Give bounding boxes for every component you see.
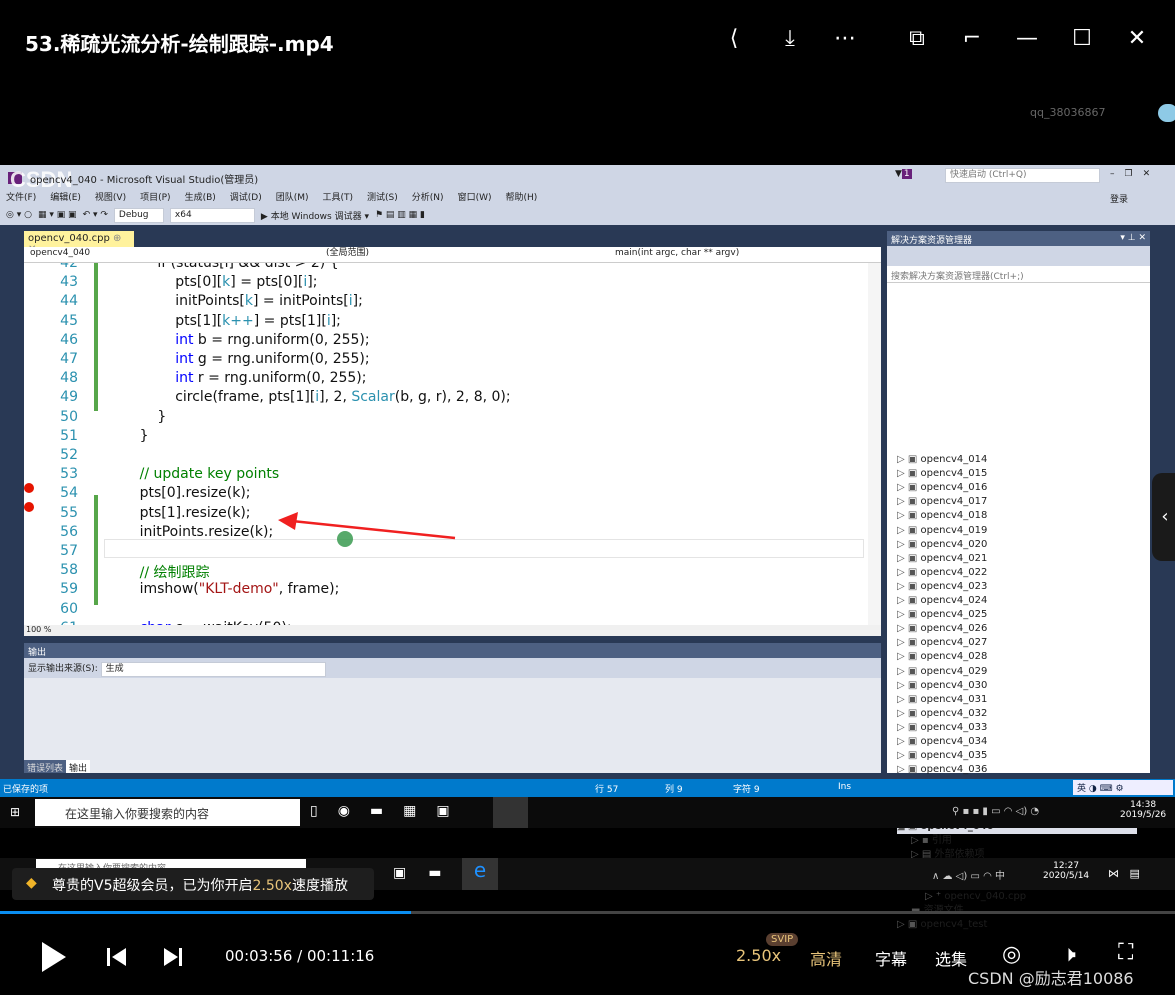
previous-icon[interactable] (106, 946, 128, 968)
taskbar-search-input[interactable]: 在这里输入你要搜索的内容 (35, 799, 300, 826)
taskbar: ⊞ 在这里输入你要搜索的内容 ▯◉▬▦▣ ⚲ ▪ ▪ ▮ ▭ ◠ ◁) ◔ 14… (0, 797, 1175, 828)
progress-fill (0, 911, 412, 914)
red-arrow-head (278, 512, 298, 530)
volume-icon[interactable]: 🕨 (1062, 942, 1076, 967)
subtitles-button[interactable]: 字幕 (875, 946, 907, 970)
time-display: 00:03:56 / 00:11:16 (225, 947, 374, 965)
clock[interactable]: 14:38 2019/5/26 (1120, 800, 1166, 820)
csdn-watermark: CSDN @励志君10086 (968, 969, 1134, 988)
action-center-icon[interactable]: ⋈ ▤ (1108, 867, 1140, 880)
visual-studio-taskbar-icon[interactable] (493, 797, 528, 828)
tray2-icons[interactable]: ∧ ☁ ◁) ▭ ◠ 中 (932, 867, 1005, 882)
episodes-button[interactable]: 选集 (935, 946, 967, 970)
red-arrow-shaft (291, 519, 456, 540)
vip-badge-icon: ◆ (26, 875, 37, 891)
quality-button[interactable]: 高清 (810, 946, 842, 970)
clock2-time: 12:27 (1053, 861, 1080, 871)
collapse-panel-button[interactable]: ‹ (1152, 473, 1175, 561)
play-icon[interactable] (40, 940, 68, 974)
total-time: 00:11:16 (306, 947, 375, 965)
start-icon[interactable]: ⊞ (10, 805, 20, 819)
toast-prefix: 尊贵的V5超级会员，已为你开启 (52, 878, 253, 894)
ime-indicator: 中 (994, 871, 1005, 882)
vip-toast: ◆ 尊贵的V5超级会员，已为你开启2.50x速度播放 (12, 868, 374, 900)
cursor-indicator (337, 531, 353, 547)
taskbar-apps[interactable]: ▯◉▬▦▣ (310, 803, 470, 819)
toast-suffix: 速度播放 (291, 878, 348, 894)
taskbar2-apps[interactable]: ▣▬ (393, 865, 463, 881)
clock-time: 14:38 (1130, 800, 1157, 810)
progress-bar[interactable] (0, 911, 1175, 914)
settings-icon[interactable]: ◎ (1002, 942, 1021, 967)
toast-speed: 2.50x (252, 878, 292, 894)
next-icon[interactable] (162, 946, 184, 968)
clock-date: 2019/5/26 (1120, 810, 1167, 820)
speed-button[interactable]: 2.50x (736, 946, 781, 965)
clock2-date: 2020/5/14 (1043, 871, 1090, 881)
time-separator: / (292, 947, 307, 965)
fullscreen-icon[interactable]: ⛶ (1118, 940, 1133, 965)
current-time: 00:03:56 (225, 947, 293, 965)
clock2[interactable]: 12:27 2020/5/14 (1043, 861, 1089, 881)
edge-taskbar-icon[interactable]: e (462, 858, 498, 890)
svip-badge: SVIP (766, 933, 799, 946)
tray-icons[interactable]: ⚲ ▪ ▪ ▮ ▭ ◠ ◁) ◔ (952, 806, 1039, 817)
annotation-layer (278, 512, 456, 547)
